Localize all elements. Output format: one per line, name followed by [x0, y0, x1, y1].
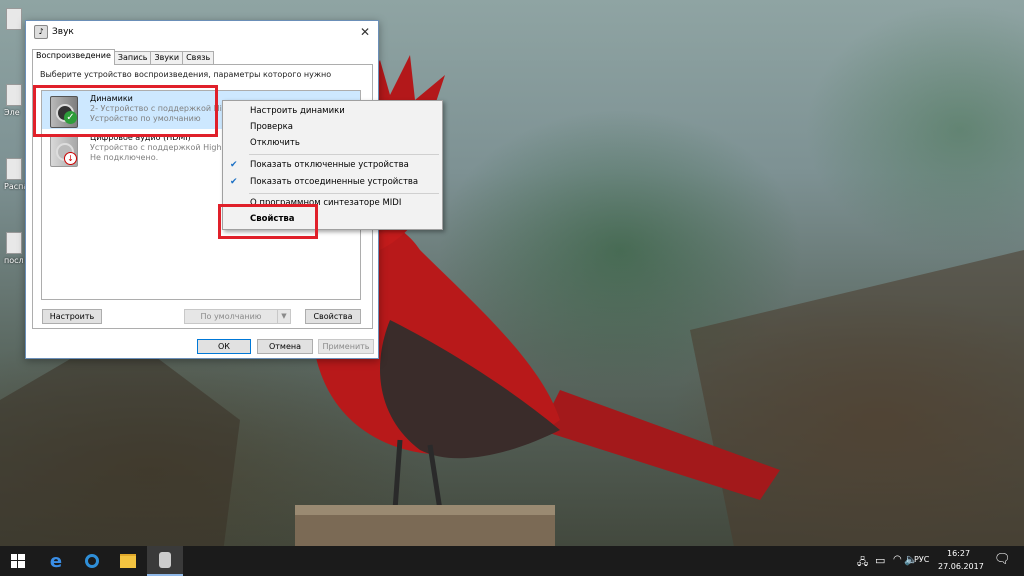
- tab-bar: Воспроизведение Запись Звуки Связь: [32, 49, 215, 65]
- menu-item-disable[interactable]: Отключить: [223, 136, 442, 151]
- edge-taskbar-button[interactable]: e: [38, 546, 74, 576]
- menu-item-configure-speakers[interactable]: Настроить динамики: [223, 104, 442, 119]
- network-input-icon[interactable]: 🖧: [857, 555, 868, 572]
- folder-icon: [120, 554, 136, 568]
- device-status: Устройство по умолчанию: [90, 114, 201, 123]
- properties-button[interactable]: Свойства: [305, 309, 361, 324]
- set-default-button[interactable]: По умолчанию: [184, 309, 278, 324]
- file-icon: [6, 232, 22, 254]
- configure-button[interactable]: Настроить: [42, 309, 102, 324]
- desktop-icon-label: Эле: [4, 108, 20, 117]
- language-indicator[interactable]: РУС: [914, 555, 929, 564]
- bird-legs: [392, 439, 443, 511]
- wooden-post: [295, 510, 555, 550]
- menu-item-label: Настроить динамики: [250, 106, 345, 116]
- device-description: Устройство с поддержкой High D: [90, 143, 231, 152]
- start-button[interactable]: [0, 546, 36, 576]
- desktop-icon-label: посл: [4, 256, 24, 265]
- speaker-app-icon: [159, 552, 171, 568]
- desktop-icon-4[interactable]: посл: [4, 232, 26, 265]
- edge-icon: e: [49, 550, 63, 572]
- menu-item-label: Свойства: [250, 214, 295, 224]
- tab-communications[interactable]: Связь: [182, 51, 215, 65]
- dialog-title: Звук: [52, 27, 74, 37]
- device-status: Не подключено.: [90, 153, 159, 162]
- file-icon: [6, 84, 22, 106]
- menu-item-show-disconnected[interactable]: ✔ Показать отсоединенные устройства: [223, 175, 442, 190]
- desktop-icon-2[interactable]: Эле: [4, 84, 26, 117]
- bird-tail: [540, 390, 780, 500]
- device-description: 2- Устройство с поддержкой High: [90, 104, 233, 113]
- menu-item-label: О программном синтезаторе MIDI: [250, 198, 402, 208]
- checkmark-icon: ✔: [230, 177, 238, 187]
- cancel-button[interactable]: Отмена: [257, 339, 313, 354]
- menu-item-label: Отключить: [250, 138, 300, 148]
- clock-date[interactable]: 27.06.2017: [938, 562, 984, 571]
- hut-roof-right: [690, 250, 1024, 576]
- menu-item-label: Показать отключенные устройства: [250, 160, 409, 170]
- taskbar: e 🖧 ▭ ◠ 🔈 РУС 16:27 27.06.2017 🗨: [0, 546, 1024, 576]
- menu-separator: [249, 193, 439, 194]
- hut-left: [0, 330, 240, 576]
- desktop-icon-1[interactable]: [4, 8, 26, 30]
- tab-sounds[interactable]: Звуки: [150, 51, 184, 65]
- menu-item-properties[interactable]: Свойства: [223, 212, 442, 227]
- battery-icon[interactable]: ▭: [875, 554, 885, 567]
- disconnected-icon: ↓: [64, 152, 77, 165]
- menu-item-label: Показать отсоединенные устройства: [250, 177, 419, 187]
- tab-recording[interactable]: Запись: [113, 51, 152, 65]
- dialog-titlebar[interactable]: ♪ Звук ✕: [26, 21, 378, 43]
- desktop-icon-label: Распа: [4, 182, 29, 191]
- media-taskbar-button[interactable]: [74, 546, 110, 576]
- windows-logo-icon: [11, 554, 25, 568]
- explorer-taskbar-button[interactable]: [110, 546, 146, 576]
- menu-separator: [249, 154, 439, 155]
- notifications-icon[interactable]: 🗨: [994, 552, 1011, 567]
- checkmark-icon: ✔: [230, 160, 238, 170]
- file-icon: [6, 8, 22, 30]
- speaker-app-icon: ♪: [34, 25, 48, 39]
- media-player-icon: [85, 554, 99, 568]
- chevron-down-icon[interactable]: ▼: [277, 309, 291, 324]
- ok-button[interactable]: ОК: [197, 339, 251, 354]
- close-icon[interactable]: ✕: [352, 25, 378, 39]
- menu-item-about-midi[interactable]: О программном синтезаторе MIDI: [223, 196, 442, 211]
- menu-item-label: Проверка: [250, 122, 293, 132]
- clock-time[interactable]: 16:27: [947, 549, 970, 558]
- default-check-icon: ✓: [64, 111, 77, 124]
- desktop-icon-3[interactable]: Распа: [4, 158, 29, 191]
- context-menu: Настроить динамики Проверка Отключить ✔ …: [222, 100, 443, 230]
- menu-item-test[interactable]: Проверка: [223, 120, 442, 135]
- menu-item-show-disabled[interactable]: ✔ Показать отключенные устройства: [223, 158, 442, 173]
- tab-playback[interactable]: Воспроизведение: [32, 49, 115, 65]
- apply-button[interactable]: Применить: [318, 339, 374, 354]
- bird-wing: [380, 320, 560, 459]
- device-name: Цифровое аудио (HDMI): [90, 133, 191, 142]
- instruction-text: Выберите устройство воспроизведения, пар…: [40, 70, 332, 79]
- file-icon: [6, 158, 22, 180]
- device-name: Динамики: [90, 94, 133, 103]
- wifi-icon[interactable]: ◠: [893, 554, 902, 565]
- sound-taskbar-button[interactable]: [147, 546, 183, 576]
